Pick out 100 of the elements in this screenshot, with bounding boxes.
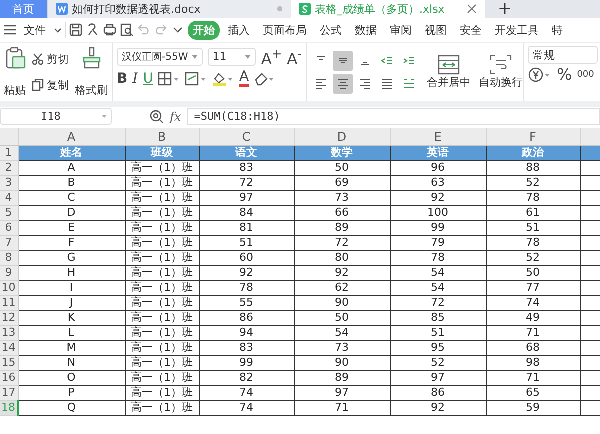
table-cell: 49 [486,310,580,326]
wrap-text-button[interactable]: 自动换行 [479,74,523,90]
bold-button[interactable]: B [117,71,128,87]
dot-icon[interactable] [277,6,283,12]
copy-button[interactable]: 复制 [32,78,69,92]
row-header[interactable]: 5 [0,206,18,220]
font-color-button[interactable]: A [239,71,250,87]
column-header[interactable]: F [486,128,580,146]
table-cell: 50 [294,310,390,326]
paste-button[interactable]: 粘贴 [4,83,26,98]
document-icon[interactable] [56,3,68,15]
table-cell: 80 [294,250,390,266]
row-header[interactable]: 11 [0,296,18,310]
scissors-icon [32,53,44,65]
print-icon[interactable] [103,23,117,37]
ribbon-tab[interactable]: 页面布局 [258,20,312,40]
preview-icon[interactable] [120,23,134,37]
table-cell: 96 [390,160,486,176]
close-icon[interactable] [467,4,477,14]
currency-icon[interactable] [528,67,552,83]
font-size-field[interactable]: 11 [208,48,256,66]
ribbon-tab[interactable]: 安全 [455,20,487,40]
column-header[interactable]: B [125,128,199,146]
new-tab-button[interactable]: + [485,0,525,18]
row-header[interactable]: 6 [0,220,18,236]
ribbon-tab[interactable]: 视图 [420,20,452,40]
ribbon-tab[interactable]: 插入 [223,20,255,40]
table-cell: G [18,250,125,266]
ribbon-tab[interactable]: 特 [547,20,568,40]
fill-color-icon[interactable] [212,71,234,87]
ribbon-tab[interactable]: 数据 [350,20,382,40]
save-icon[interactable] [69,23,83,37]
table-cell: 78 [486,236,580,250]
underline-button[interactable]: U [143,71,154,87]
table-cell: 90 [294,296,390,310]
percent-button[interactable]: % [557,67,572,83]
thousands-button[interactable]: 000 [577,67,594,83]
shrink-font-button[interactable]: A$^{-}$ [287,46,302,67]
ribbon-tab[interactable]: 开发工具 [490,20,544,40]
column-header[interactable]: D [294,128,390,146]
cut-button[interactable]: 剪切 [32,52,69,66]
row-header[interactable]: 13 [0,326,18,340]
table-cell: 85 [390,310,486,326]
table-cell: 72 [199,176,294,190]
row-header[interactable]: 4 [0,190,18,206]
tool-icon[interactable] [86,23,100,37]
table-cell: 高一（1）班 [125,220,199,236]
eraser-icon[interactable] [254,71,274,87]
table-cell: 高一（1）班 [125,160,199,176]
column-header[interactable]: C [199,128,294,146]
row-header[interactable]: 10 [0,280,18,296]
italic-button[interactable]: I [132,71,138,87]
row-header[interactable]: 12 [0,310,18,326]
row-header[interactable]: 2 [0,160,18,176]
function-button[interactable]: fx [170,110,182,124]
table-cell: 52 [486,250,580,266]
file-menu[interactable]: 文件 [19,20,51,40]
menu-icon[interactable] [4,25,16,35]
table-cell: 高一（1）班 [125,326,199,340]
formula-field[interactable]: =SUM(C18:H18) [187,108,600,125]
spreadsheet-icon[interactable] [299,3,311,15]
table-cell: 72 [294,236,390,250]
row-header[interactable]: 9 [0,266,18,280]
brush-icon [82,46,102,70]
row-header[interactable]: 17 [0,386,18,400]
table-cell: 89 [294,220,390,236]
caret-icon[interactable] [54,28,62,32]
row-header[interactable]: 7 [0,236,18,250]
table-cell: 65 [486,386,580,400]
table-cell: 78 [199,280,294,296]
table-cell: 高一（1）班 [125,400,199,416]
merge-center-button[interactable]: 合并居中 [427,74,471,90]
column-header[interactable]: E [390,128,486,146]
row-header[interactable]: 3 [0,176,18,190]
ribbon-tab[interactable]: 公式 [315,20,347,40]
table-cell: 78 [486,190,580,206]
row-header[interactable]: 15 [0,356,18,370]
number-format-field[interactable]: 常规 [528,46,598,64]
row-header[interactable]: 14 [0,340,18,356]
row-header[interactable]: 16 [0,370,18,386]
border-icon[interactable] [158,71,180,87]
font-field[interactable]: 汉仪正圆-55W [117,48,203,66]
align-middle-icon[interactable] [333,50,353,70]
table-cell: 72 [390,296,486,310]
table-cell: C [18,190,125,206]
table-cell: 高一（1）班 [125,206,199,220]
grow-font-button[interactable]: A$^{+}$ [261,46,282,67]
row-header[interactable]: 1 [0,146,18,160]
column-header[interactable]: A [18,128,125,146]
name-box[interactable]: I18 [0,108,112,125]
zoom-icon[interactable] [150,110,164,124]
file-tab[interactable]: 如何打印数据透视表.docx [47,0,291,18]
align-center-icon[interactable] [333,74,353,94]
format-painter-button[interactable]: 格式刷 [75,83,108,98]
table-cell: M [18,340,125,356]
ribbon-tab[interactable]: 审阅 [385,20,417,40]
fill-format-icon[interactable] [185,71,208,87]
table-cell: 100 [390,206,486,220]
table-cell: 高一（1）班 [125,190,199,206]
row-header[interactable]: 8 [0,250,18,266]
